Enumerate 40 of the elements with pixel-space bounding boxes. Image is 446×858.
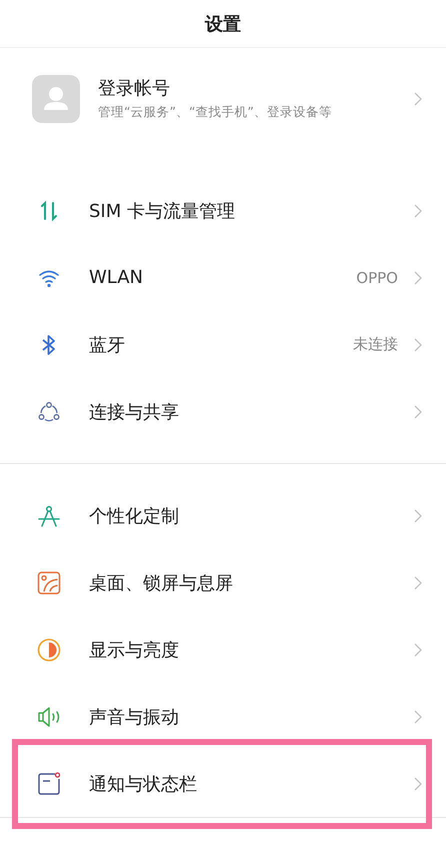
- chevron-icon: [414, 776, 422, 790]
- item-label: 声音与振动: [89, 706, 180, 728]
- chevron-icon: [414, 642, 422, 656]
- settings-item[interactable]: 声音与振动: [0, 683, 446, 750]
- settings-item[interactable]: 个性化定制: [0, 482, 446, 549]
- settings-item[interactable]: 蓝牙 未连接: [0, 311, 446, 378]
- half-circle-icon: [37, 638, 61, 662]
- settings-item[interactable]: SIM 卡与流量管理: [0, 177, 446, 244]
- item-label: WLAN: [89, 267, 144, 288]
- picture-frame-icon: [37, 570, 61, 594]
- chevron-icon: [414, 92, 422, 106]
- settings-item[interactable]: 通知与状态栏: [0, 750, 446, 817]
- compass-icon: [37, 504, 61, 528]
- share-nodes-icon: [37, 400, 61, 424]
- settings-item[interactable]: 连接与共享: [0, 378, 446, 445]
- item-value: OPPO: [356, 268, 398, 286]
- chevron-icon: [414, 508, 422, 522]
- chevron-icon: [414, 270, 422, 284]
- account-name: 登录帐号: [98, 77, 171, 100]
- item-label: 通知与状态栏: [89, 772, 198, 796]
- item-label: 桌面、锁屏与息屏: [89, 572, 234, 594]
- item-label: 显示与亮度: [89, 638, 180, 662]
- item-label: 个性化定制: [89, 504, 180, 528]
- settings-item[interactable]: 桌面、锁屏与息屏: [0, 549, 446, 616]
- account-subtitle: 管理“云服务”、“查找手机”、登录设备等: [98, 104, 333, 121]
- item-value: 未连接: [353, 335, 398, 354]
- settings-item[interactable]: WLAN OPPO: [0, 244, 446, 311]
- account-row[interactable]: 登录帐号 管理“云服务”、“查找手机”、登录设备等: [0, 48, 446, 149]
- avatar-icon: [32, 74, 80, 122]
- chevron-icon: [414, 404, 422, 418]
- item-label: SIM 卡与流量管理: [89, 200, 236, 222]
- page-title: 设置: [205, 12, 241, 36]
- settings-item[interactable]: 显示与亮度: [0, 616, 446, 683]
- chevron-icon: [414, 338, 422, 352]
- item-label: 蓝牙: [89, 334, 126, 356]
- notification-window-icon: [37, 772, 61, 796]
- item-label: 连接与共享: [89, 400, 180, 424]
- chevron-icon: [414, 576, 422, 590]
- chevron-icon: [414, 204, 422, 218]
- chevron-icon: [414, 710, 422, 724]
